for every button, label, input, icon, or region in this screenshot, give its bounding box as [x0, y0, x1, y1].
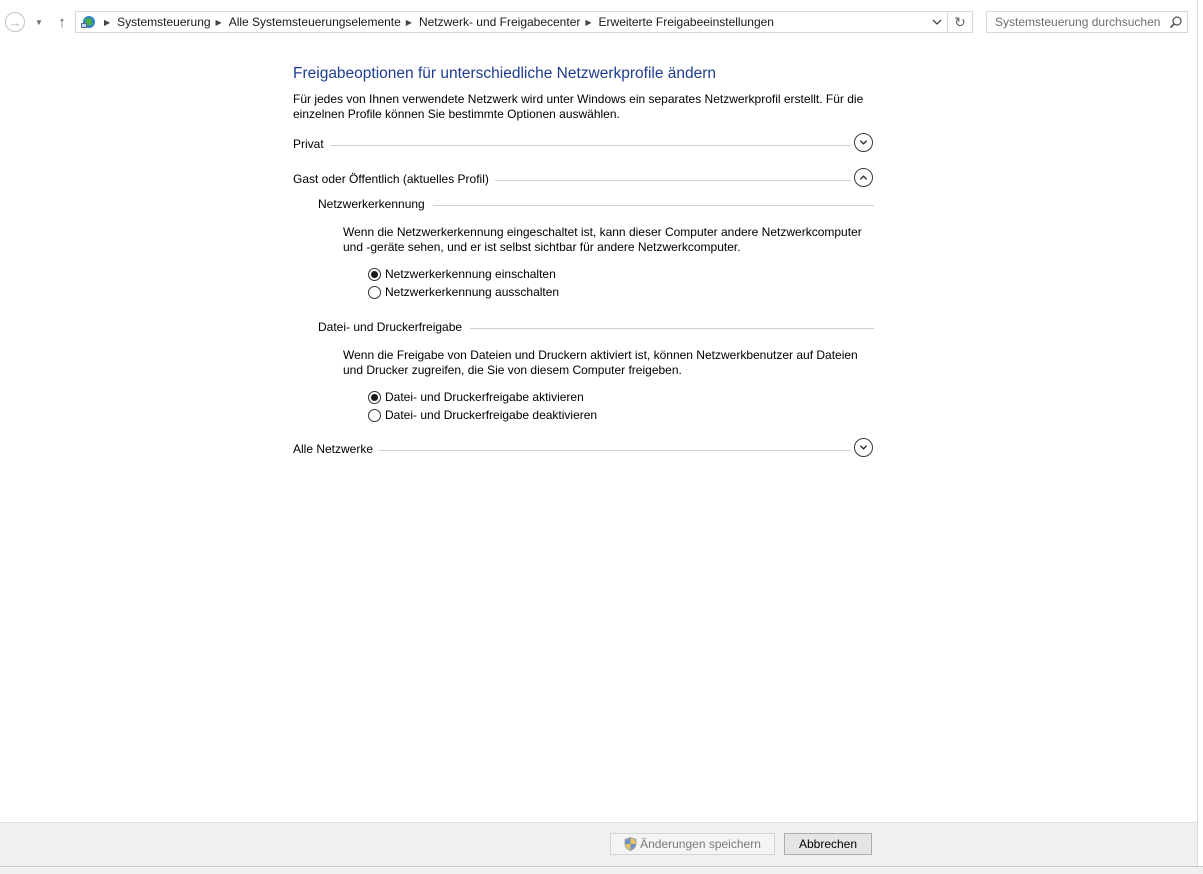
radio-file-sharing-off[interactable]: Datei- und Druckerfreigabe deaktivieren: [368, 407, 597, 423]
refresh-icon[interactable]: ↻: [948, 11, 973, 33]
network-control-panel-icon: [77, 12, 99, 32]
network-discovery-group: Netzwerkerkennung: [318, 196, 874, 214]
window-bottom-edge: [0, 866, 1203, 874]
file-printer-sharing-group: Datei- und Druckerfreigabe: [318, 319, 874, 337]
breadcrumb-erweiterte-freigabe[interactable]: Erweiterte Freigabeeinstellungen: [599, 15, 774, 29]
radio-button[interactable]: [368, 408, 381, 422]
radio-label[interactable]: Datei- und Druckerfreigabe deaktivieren: [385, 408, 597, 422]
breadcrumb-separator-icon[interactable]: ▶: [104, 18, 110, 27]
up-arrow-icon[interactable]: ↑: [53, 12, 71, 32]
page-title: Freigabeoptionen für unterschiedliche Ne…: [293, 65, 717, 82]
radio-button-selected[interactable]: [368, 267, 381, 281]
expand-chevron-down-icon[interactable]: [854, 133, 873, 152]
breadcrumb-systemsteuerung[interactable]: Systemsteuerung: [117, 15, 210, 29]
profile-private-label[interactable]: Privat: [293, 136, 330, 152]
search-box[interactable]: [986, 11, 1188, 33]
file-printer-sharing-heading: Datei- und Druckerfreigabe: [318, 319, 471, 335]
radio-button-selected[interactable]: [368, 390, 381, 404]
radio-button[interactable]: [368, 285, 381, 299]
address-bar[interactable]: ▶ Systemsteuerung ▶ Alle Systemsteuerung…: [75, 11, 948, 33]
profile-section-all-networks[interactable]: Alle Netzwerke: [293, 438, 875, 463]
profile-all-networks-label[interactable]: Alle Netzwerke: [293, 441, 380, 457]
search-icon[interactable]: [1169, 15, 1183, 29]
network-discovery-description: Wenn die Netzwerkerkennung eingeschaltet…: [343, 225, 862, 254]
vertical-scrollbar[interactable]: [1197, 0, 1203, 874]
breadcrumb-freigabecenter[interactable]: Netzwerk- und Freigabecenter: [419, 15, 580, 29]
profile-guest-public-label[interactable]: Gast oder Öffentlich (aktuelles Profil): [293, 171, 495, 187]
radio-file-sharing-on[interactable]: Datei- und Druckerfreigabe aktivieren: [368, 389, 584, 405]
save-changes-label: Änderungen speichern: [640, 837, 761, 851]
breadcrumb-separator-icon[interactable]: ▶: [216, 18, 222, 27]
main-content: Freigabeoptionen für unterschiedliche Ne…: [293, 62, 875, 457]
breadcrumb-alle-elemente[interactable]: Alle Systemsteuerungselemente: [229, 15, 401, 29]
back-arrow-icon[interactable]: →: [5, 12, 25, 32]
search-input[interactable]: [987, 12, 1163, 32]
breadcrumb-separator-icon[interactable]: ▶: [406, 18, 412, 27]
navigation-bar: → ▼ ↑ ▶ Systemsteuerung ▶ Alle Systemste…: [0, 0, 1203, 44]
recent-locations-chevron-icon[interactable]: ▼: [32, 14, 46, 30]
collapse-chevron-up-icon[interactable]: [854, 168, 873, 187]
radio-network-discovery-off[interactable]: Netzwerkerkennung ausschalten: [368, 284, 559, 300]
footer-bar: Änderungen speichern Abbrechen: [0, 822, 1197, 866]
profile-section-private[interactable]: Privat: [293, 133, 875, 158]
cancel-button[interactable]: Abbrechen: [784, 833, 872, 855]
page-intro-text: Für jedes von Ihnen verwendete Netzwerk …: [293, 92, 864, 121]
network-discovery-heading: Netzwerkerkennung: [318, 196, 433, 212]
section-divider: [293, 145, 851, 146]
profile-section-guest-public[interactable]: Gast oder Öffentlich (aktuelles Profil): [293, 168, 875, 193]
uac-shield-icon: [624, 837, 637, 851]
address-dropdown-chevron-icon[interactable]: [927, 12, 947, 32]
expand-chevron-down-icon[interactable]: [854, 438, 873, 457]
save-changes-button[interactable]: Änderungen speichern: [610, 833, 775, 855]
radio-label[interactable]: Datei- und Druckerfreigabe aktivieren: [385, 390, 584, 404]
radio-label[interactable]: Netzwerkerkennung ausschalten: [385, 285, 559, 299]
breadcrumb-separator-icon[interactable]: ▶: [585, 18, 591, 27]
radio-label[interactable]: Netzwerkerkennung einschalten: [385, 267, 556, 281]
file-printer-sharing-description: Wenn die Freigabe von Dateien und Drucke…: [343, 348, 858, 377]
radio-network-discovery-on[interactable]: Netzwerkerkennung einschalten: [368, 266, 556, 282]
